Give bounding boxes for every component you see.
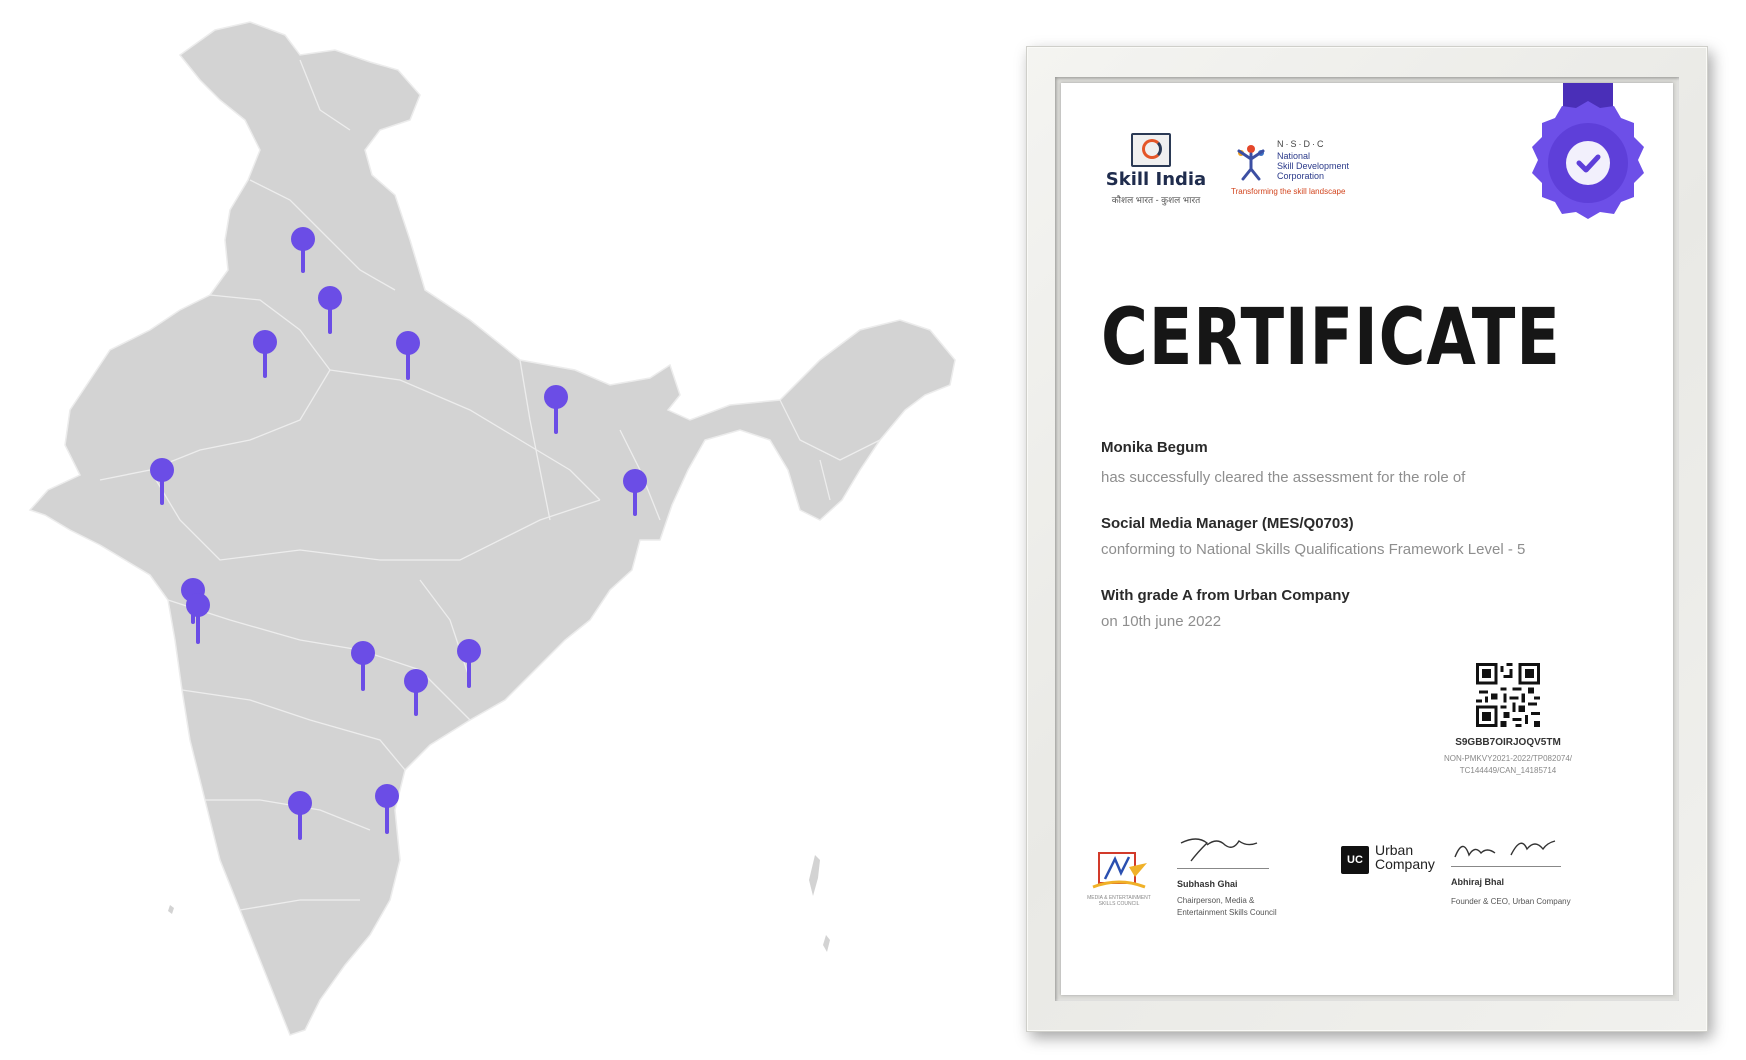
nsdc-acronym: N·S·D·C [1277, 139, 1326, 149]
signatory-1-role-line-2: Entertainment Skills Council [1177, 908, 1277, 917]
nsdc-line-3: Corporation [1277, 171, 1325, 181]
certificate-paper: Skill India कौशल भारत - कुशल भारत N·S·D·… [1061, 83, 1673, 995]
candidate-name: Monika Begum [1101, 439, 1208, 456]
certificate-reference: NON-PMKVY2021-2022/TP082074/ TC144449/CA… [1401, 753, 1615, 777]
lakshadweep-islands [168, 905, 174, 914]
signatory-1-role-line-1: Chairperson, Media & [1177, 896, 1255, 905]
skill-india-emblem-icon [1131, 133, 1171, 167]
signature-line-2 [1451, 866, 1561, 867]
india-map [0, 0, 980, 1060]
certificate-title: CERTIFICATE [1101, 293, 1561, 383]
signature-subhash-ghai [1180, 838, 1258, 862]
certificate-frame: Skill India कौशल भारत - कुशल भारत N·S·D·… [1026, 46, 1708, 1032]
skill-india-logo: Skill India कौशल भारत - कुशल भारत [1101, 133, 1211, 213]
nsdc-tagline: Transforming the skill landscape [1231, 187, 1346, 196]
urban-company-name: Urban Company [1375, 843, 1435, 871]
nsdc-line-1: National [1277, 151, 1311, 161]
nsdc-logo: N·S·D·C National Skill Development Corpo… [1231, 135, 1381, 205]
signatory-2-name: Abhiraj Bhal [1451, 877, 1505, 887]
date-text: on 10th june 2022 [1101, 613, 1222, 630]
skill-india-name: Skill India [1105, 169, 1207, 190]
signatory-1-name: Subhash Ghai [1177, 879, 1238, 889]
frame-mat: Skill India कौशल भारत - कुशल भारत N·S·D·… [1055, 77, 1679, 1001]
reference-line-1: NON-PMKVY2021-2022/TP082074/ [1443, 754, 1573, 763]
nsdc-figure-icon [1237, 145, 1265, 181]
skill-india-tagline: कौशल भारत - कुशल भारत [1111, 195, 1201, 205]
mesc-text: MEDIA & ENTERTAINMENT SKILLS COUNCIL [1087, 895, 1151, 907]
signatory-1-role: Chairperson, Media & Entertainment Skill… [1177, 895, 1277, 919]
signature-abhiraj-bhal [1454, 840, 1556, 858]
cleared-text: has successfully cleared the assessment … [1101, 469, 1466, 486]
role-title: Social Media Manager (MES/Q0703) [1101, 515, 1354, 532]
india-map-svg [28, 21, 956, 1036]
grade-text: With grade A from Urban Company [1101, 587, 1350, 604]
urban-company-name-line-1: Urban [1375, 842, 1414, 858]
certificate-code: S9GBB7OIRJOQV5TM [1455, 737, 1561, 748]
urban-company-name-line-2: Company [1375, 856, 1435, 872]
qr-code-icon [1476, 663, 1540, 727]
verified-badge-icon [1532, 83, 1644, 219]
framework-text: conforming to National Skills Qualificat… [1101, 541, 1526, 558]
nicobar-islands [823, 935, 830, 952]
urban-company-logo-icon: UC [1341, 846, 1369, 874]
signatory-2-role: Founder & CEO, Urban Company [1451, 897, 1571, 906]
andaman-islands [809, 855, 820, 896]
reference-line-2: TC144449/CAN_14185714 [1459, 766, 1557, 775]
nsdc-line-2: Skill Development [1277, 161, 1350, 171]
signature-line-1 [1177, 868, 1269, 869]
